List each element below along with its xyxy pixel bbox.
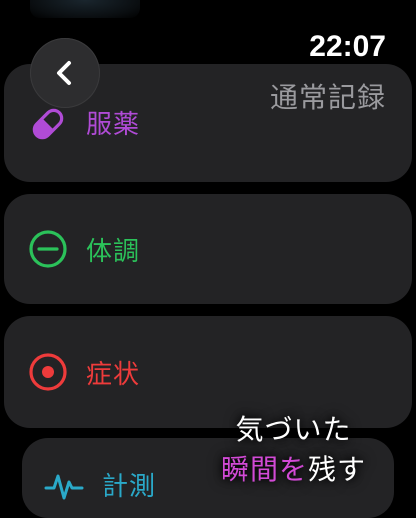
- pulse-icon: [44, 474, 84, 500]
- tagline-line2: 瞬間を残す: [221, 450, 366, 490]
- page-subtitle: 通常記録: [269, 81, 386, 114]
- menu-item-measure-label: 計測: [102, 472, 157, 502]
- menu-item-symptom-label: 症状: [86, 359, 141, 390]
- minus-circle-icon: [29, 230, 67, 268]
- chevron-left-icon: [57, 61, 71, 85]
- tagline-accent: 瞬間を: [220, 453, 308, 486]
- tagline-line1: 気づいた: [235, 413, 352, 446]
- scrolled-content-hint: [30, 0, 140, 18]
- promo-tagline: 気づいた 瞬間を残す: [221, 410, 366, 490]
- menu-item-medication-label: 服薬: [86, 110, 141, 140]
- clock-time: 22:07: [309, 30, 386, 63]
- menu-item-condition-label: 体調: [86, 236, 141, 267]
- back-button[interactable]: [30, 38, 100, 108]
- menu-item-condition[interactable]: 体調: [4, 194, 412, 304]
- pill-icon: [32, 108, 64, 140]
- tagline-rest: 残す: [307, 453, 366, 486]
- dot-circle-icon: [29, 353, 67, 391]
